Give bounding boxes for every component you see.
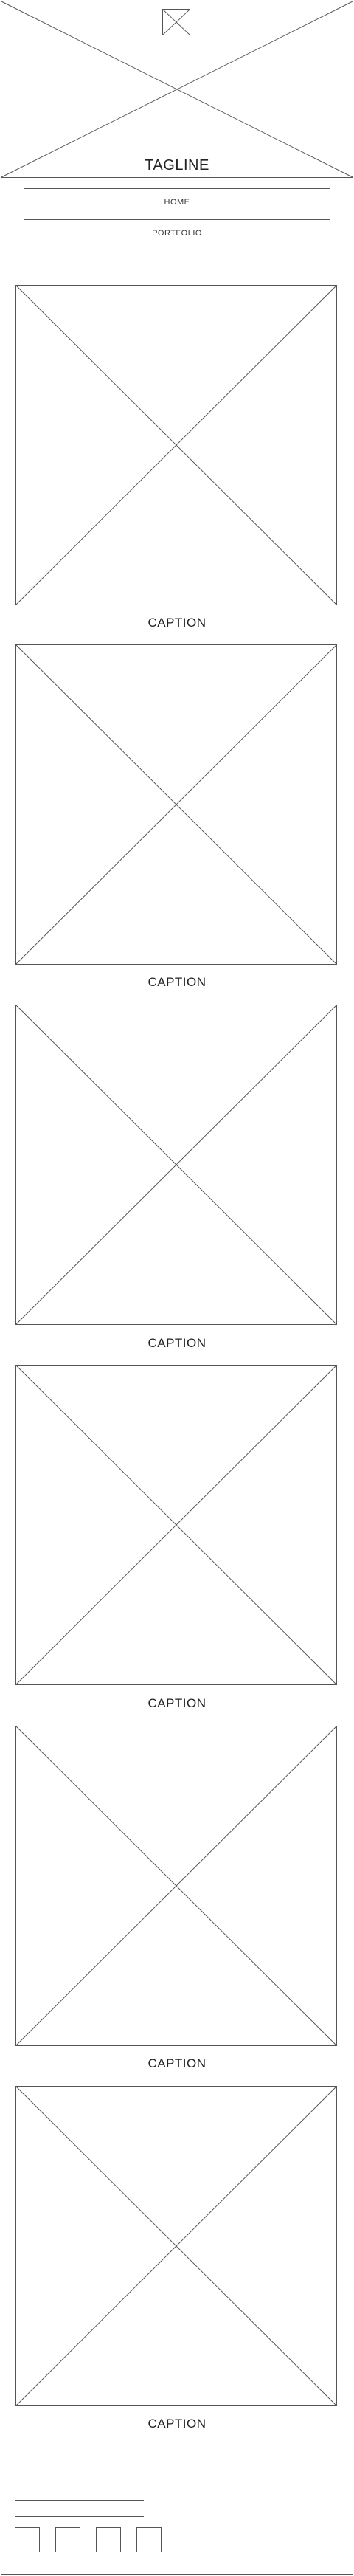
gallery-image[interactable] — [15, 1005, 337, 1325]
gallery-image[interactable] — [15, 644, 337, 965]
logo[interactable] — [162, 9, 190, 35]
social-icon[interactable] — [136, 2527, 162, 2552]
gallery-caption: CAPTION — [148, 616, 206, 630]
social-icon[interactable] — [15, 2527, 40, 2552]
social-icon[interactable] — [96, 2527, 121, 2552]
gallery-caption: CAPTION — [148, 2417, 206, 2431]
gallery-caption: CAPTION — [148, 975, 206, 989]
logo-placeholder-icon — [162, 9, 190, 35]
gallery-image[interactable] — [15, 285, 337, 605]
image-placeholder-icon — [15, 1365, 337, 1685]
footer — [1, 2467, 353, 2575]
tagline: TAGLINE — [145, 157, 209, 173]
social-icon[interactable] — [55, 2527, 80, 2552]
image-placeholder-icon — [15, 644, 337, 965]
gallery-caption: CAPTION — [148, 1336, 206, 1350]
footer-text-line — [15, 2500, 144, 2501]
footer-text-line — [15, 2516, 144, 2517]
image-placeholder-icon — [15, 285, 337, 605]
gallery-image[interactable] — [15, 2086, 337, 2406]
image-placeholder-icon — [15, 2086, 337, 2406]
gallery-caption: CAPTION — [148, 1696, 206, 1710]
image-placeholder-icon — [15, 1726, 337, 2046]
nav-home-button[interactable]: HOME — [24, 188, 330, 216]
gallery-image[interactable] — [15, 1365, 337, 1685]
nav-portfolio-button[interactable]: PORTFOLIO — [24, 219, 330, 247]
gallery-caption: CAPTION — [148, 2056, 206, 2070]
gallery-image[interactable] — [15, 1726, 337, 2046]
image-placeholder-icon — [15, 1005, 337, 1325]
